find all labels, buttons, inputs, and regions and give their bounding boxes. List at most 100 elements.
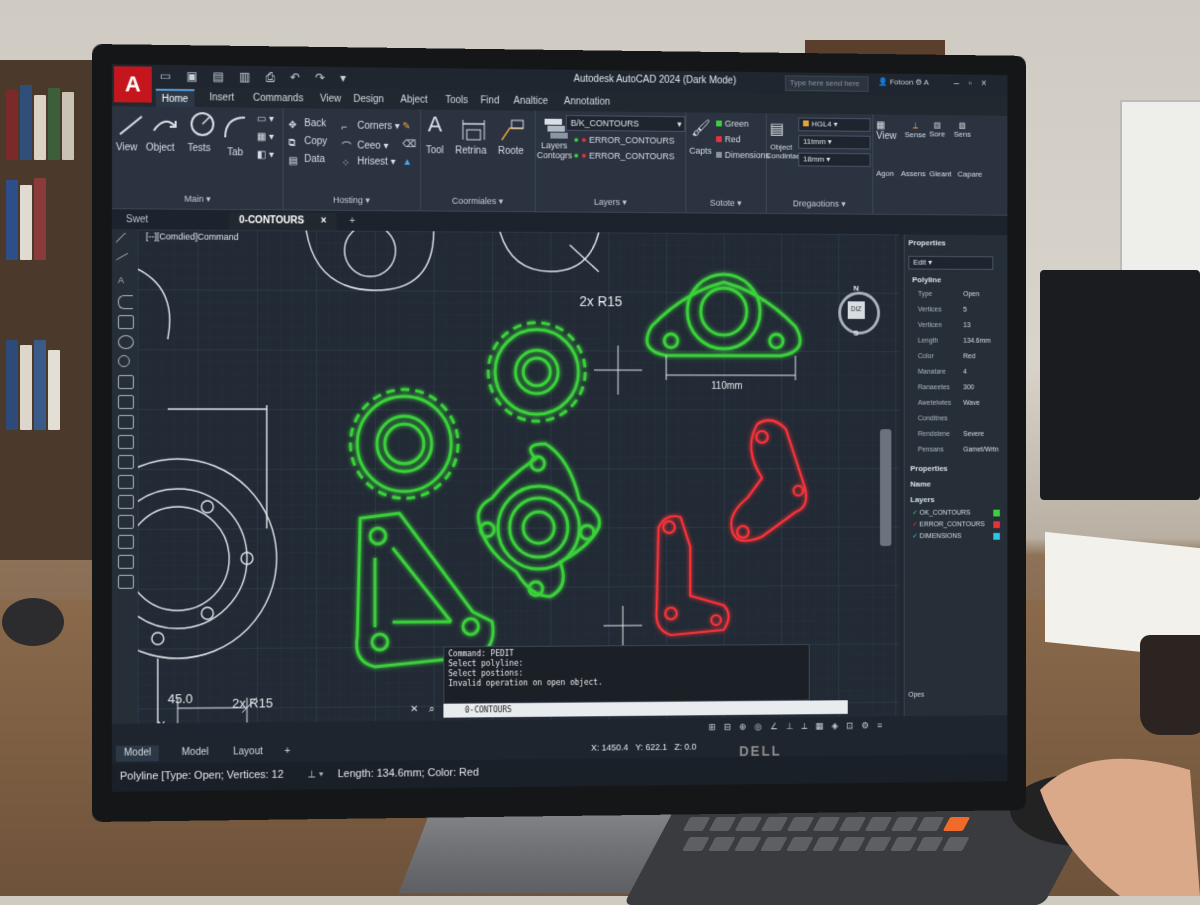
text-tool-icon[interactable]: A: [428, 112, 442, 138]
property-value[interactable]: 134.6mm: [963, 338, 990, 345]
section-properties[interactable]: Properties: [910, 464, 947, 473]
layer-dropdown[interactable]: B/K_CONTOURS▾: [566, 115, 686, 132]
tab-start[interactable]: Swet: [116, 211, 158, 229]
retrina-button[interactable]: Retrina: [455, 145, 486, 156]
boundary-tool-icon[interactable]: [118, 495, 134, 509]
tab-tools[interactable]: Tools: [440, 92, 474, 110]
layer-item-error-2[interactable]: ● ● ERROR_CONTOURS: [574, 151, 675, 162]
search-input[interactable]: Type here send here: [785, 75, 869, 92]
layer-item-error-1[interactable]: ● ● ERROR_CONTOURS: [574, 135, 675, 146]
command-line-close-icon[interactable]: ✕ ⌕: [410, 704, 438, 715]
new-tab-button[interactable]: +: [340, 213, 365, 231]
roote-button[interactable]: Roote: [498, 146, 524, 157]
data-button[interactable]: ▤Data: [288, 154, 325, 167]
corners-button[interactable]: ⌐Corners ▾: [342, 121, 400, 134]
tab-analtice[interactable]: Analtice: [508, 93, 554, 111]
tab-commands[interactable]: Commands: [247, 90, 309, 109]
tab-drawing-active[interactable]: 0-CONTOURS ×: [229, 212, 336, 231]
vertical-scrollbar[interactable]: [880, 429, 891, 546]
layer-row-dimensions[interactable]: ✓ DIMENSIONS: [912, 532, 961, 540]
palette-footer[interactable]: Opes: [908, 692, 924, 699]
panel-main-title[interactable]: Main ▾: [112, 193, 283, 205]
arc-tool-icon[interactable]: [118, 295, 133, 309]
grid-tool-icon[interactable]: [118, 535, 134, 549]
status-toggles[interactable]: ⊞ ⊟ ⊕ ◎ ∠ ⊥ ⟂ ▦ ◈ ⊡ ⚙ ≡: [708, 720, 884, 732]
text-tool-small-icon[interactable]: A: [118, 275, 132, 287]
property-value[interactable]: Wave: [963, 400, 980, 407]
property-value[interactable]: 13: [963, 322, 970, 329]
color-dropdown[interactable]: HGL4 ▾: [798, 117, 870, 131]
quick-access-toolbar[interactable]: ▭ ▣ ▤ ▥ ⎙ ↶ ↷ ▾: [160, 69, 352, 86]
panel-hosting-title[interactable]: Hosting ▾: [283, 194, 420, 206]
insert-tool-icon[interactable]: [118, 395, 134, 409]
section-polyline[interactable]: Polyline: [912, 275, 941, 284]
polyline-tool-icon[interactable]: [116, 253, 135, 271]
restore-icon[interactable]: ▫: [968, 78, 981, 89]
viewport-controls[interactable]: [--][Comdied]Command: [146, 231, 239, 242]
tab-design[interactable]: Design: [347, 91, 389, 109]
sens-button[interactable]: ▧Sens: [954, 121, 971, 139]
viewcube-south[interactable]: S: [853, 329, 858, 338]
object-icon[interactable]: [150, 113, 180, 139]
viewcube[interactable]: N DIZ S: [834, 286, 880, 345]
leader-icon[interactable]: [498, 118, 527, 144]
viewcube-face[interactable]: DIZ: [848, 301, 865, 319]
color-red-item[interactable]: Red: [716, 134, 740, 144]
tab-model[interactable]: Model: [116, 745, 159, 761]
sore-button[interactable]: ▥Sore: [929, 121, 945, 139]
copy-button[interactable]: ⧉Copy: [288, 136, 327, 149]
region-tool-icon[interactable]: [118, 435, 134, 449]
object-condense-button[interactable]: Object Condintae: [766, 143, 797, 161]
circle-tool-icon[interactable]: [118, 335, 134, 349]
match-properties-icon[interactable]: 🖌: [691, 118, 710, 138]
hrisest-button[interactable]: ⁘Hrisest ▾: [342, 156, 396, 169]
property-value[interactable]: 4: [963, 369, 967, 376]
line-tool-icon[interactable]: [115, 232, 134, 251]
panel-coordinates-title[interactable]: Coormiales ▾: [420, 196, 535, 208]
property-value[interactable]: 5: [963, 307, 967, 314]
panel-properties-title[interactable]: Dregaotions ▾: [766, 198, 873, 210]
circle-icon[interactable]: [188, 111, 218, 137]
hatch-tool-icon[interactable]: [118, 415, 134, 429]
dimension-icon[interactable]: [459, 118, 488, 144]
capts-button[interactable]: Capts: [689, 146, 712, 156]
selection-dropdown[interactable]: Edit ▾: [908, 256, 993, 270]
app-logo[interactable]: A: [114, 66, 152, 102]
lineweight-dropdown[interactable]: 18mm ▾: [798, 153, 870, 167]
user-menu[interactable]: 👤 Fotoon ⚙ A: [878, 77, 929, 86]
view-small-button[interactable]: ▦View: [876, 120, 896, 142]
layer-row-error[interactable]: ✓ ERROR_CONTOURS: [912, 520, 985, 528]
properties-icon[interactable]: ▤: [770, 119, 784, 139]
status-dropdown-icon[interactable]: ⟂ ▾: [308, 768, 324, 781]
property-value[interactable]: Severe: [963, 431, 984, 438]
gradient-tool-icon[interactable]: [118, 475, 134, 489]
tab-layout[interactable]: Layout: [225, 744, 270, 760]
panel-colors-title[interactable]: Sotote ▾: [685, 198, 765, 209]
section-name[interactable]: Name: [910, 480, 931, 489]
tool-button[interactable]: Tool: [426, 145, 444, 156]
close-icon[interactable]: ×: [981, 79, 996, 90]
tab-abject[interactable]: Abject: [395, 91, 434, 109]
tab-button[interactable]: Tab: [227, 147, 243, 158]
layer-row-ok[interactable]: ✓ OK_CONTOURS: [912, 509, 970, 517]
layer-properties-button[interactable]: Layers Contogrs: [537, 140, 572, 160]
dimensions-item[interactable]: Dimensions: [716, 150, 770, 160]
sense-button[interactable]: ⟂Sense: [905, 121, 926, 140]
table-tool-icon[interactable]: [118, 455, 134, 469]
window-controls[interactable]: –▫×: [954, 78, 996, 89]
tab-insert[interactable]: Insert: [203, 89, 240, 107]
tab-view[interactable]: View: [314, 91, 347, 109]
property-value[interactable]: Open: [963, 291, 979, 298]
minimize-icon[interactable]: –: [954, 78, 969, 89]
close-tab-icon[interactable]: ×: [321, 216, 327, 227]
rect-tool-icon[interactable]: [118, 315, 134, 329]
block-tool-icon[interactable]: [118, 375, 134, 389]
point-tool-icon[interactable]: [118, 515, 134, 529]
tab-annotation[interactable]: Annotation: [558, 93, 616, 111]
erase-icon[interactable]: ⌫: [402, 139, 416, 150]
ceeo-button[interactable]: ⌒Ceeo ▾: [342, 138, 389, 151]
tests-button[interactable]: Tests: [188, 143, 211, 154]
arc-icon[interactable]: [221, 113, 251, 139]
snap-tool-icon[interactable]: [118, 575, 134, 589]
panel-layers-title[interactable]: Layers ▾: [535, 196, 686, 208]
